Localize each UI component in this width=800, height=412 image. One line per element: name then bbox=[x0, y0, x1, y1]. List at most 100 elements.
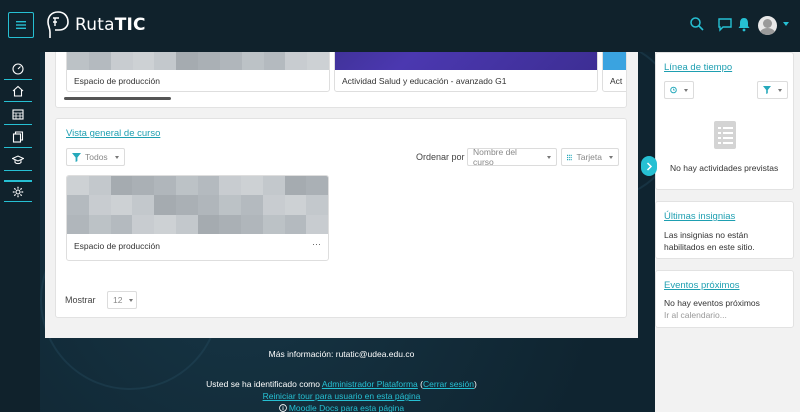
logo-text-part: Ruta bbox=[75, 15, 115, 35]
user-profile-link[interactable]: Administrador Plataforma bbox=[322, 379, 418, 389]
chevron-down-icon bbox=[778, 88, 782, 92]
course-name[interactable]: Espacio de producción bbox=[74, 76, 160, 86]
right-drawer: Línea de tiempo No hay actividades previ… bbox=[655, 0, 800, 412]
image-tile bbox=[219, 176, 241, 196]
sidebar-item-dashboard[interactable] bbox=[4, 58, 32, 80]
image-tile bbox=[241, 176, 263, 196]
badges-block: Últimas insignias Las insignias no están… bbox=[655, 201, 794, 259]
search-icon[interactable] bbox=[689, 16, 705, 32]
image-tile bbox=[67, 214, 89, 234]
sidebar-item-courses[interactable] bbox=[4, 149, 32, 171]
hamburger-icon bbox=[16, 21, 26, 29]
image-tile bbox=[110, 176, 133, 196]
filter-dropdown[interactable]: Todos bbox=[66, 148, 125, 166]
footer-login-info: Usted se ha identificado como Administra… bbox=[45, 379, 638, 389]
course-overview-block: Vista general de curso Todos Ordenar por… bbox=[55, 118, 627, 318]
chevron-down-icon bbox=[547, 155, 551, 159]
home-icon bbox=[12, 85, 24, 97]
calendar-link[interactable]: Ir al calendario... bbox=[664, 309, 727, 321]
logged-in-text: Usted se ha identificado como bbox=[206, 379, 322, 389]
graduation-cap-icon bbox=[12, 154, 24, 164]
image-tile bbox=[175, 214, 198, 234]
footer-docs: Moodle Docs para esta página bbox=[45, 403, 638, 412]
image-tile bbox=[241, 195, 263, 215]
user-menu-caret-icon[interactable] bbox=[783, 22, 789, 26]
sort-dropdown[interactable]: Nombre del curso bbox=[467, 147, 557, 167]
footer-contact: Más información: rutatic@udea.edu.co bbox=[268, 349, 415, 359]
image-tile bbox=[132, 214, 154, 234]
clock-icon bbox=[670, 86, 677, 94]
image-tile bbox=[132, 195, 154, 215]
sidebar-item-files[interactable] bbox=[4, 126, 32, 148]
image-tile bbox=[67, 176, 89, 196]
reset-tour-link[interactable]: Reiniciar tour para usuario en esta pági… bbox=[263, 391, 421, 401]
drawer-toggle-button[interactable] bbox=[641, 156, 657, 176]
image-tile bbox=[197, 176, 220, 196]
image-tile bbox=[88, 214, 111, 234]
timeline-empty-text: No hay actividades previstas bbox=[670, 163, 779, 173]
image-tile bbox=[110, 195, 133, 215]
grid-icon bbox=[567, 154, 573, 160]
image-tile bbox=[175, 195, 198, 215]
image-tile bbox=[284, 176, 307, 196]
drawer-menu-button[interactable] bbox=[8, 12, 34, 38]
horizontal-scrollbar[interactable] bbox=[64, 97, 171, 100]
paren-close: ) bbox=[474, 379, 477, 389]
user-avatar[interactable] bbox=[758, 16, 777, 35]
course-card[interactable]: Espacio de producción ··· bbox=[66, 175, 329, 261]
image-tile bbox=[306, 195, 328, 215]
image-tile bbox=[197, 195, 220, 215]
bell-icon[interactable] bbox=[736, 16, 752, 32]
page-size-value: 12 bbox=[113, 295, 123, 305]
image-tile bbox=[88, 195, 111, 215]
course-menu-button[interactable]: ··· bbox=[312, 239, 321, 249]
overview-title[interactable]: Vista general de curso bbox=[66, 128, 160, 139]
chevron-right-icon bbox=[646, 161, 652, 171]
chevron-down-icon bbox=[609, 155, 613, 159]
image-tile bbox=[284, 214, 307, 234]
view-dropdown[interactable]: Tarjeta bbox=[561, 148, 619, 166]
chevron-down-icon bbox=[129, 298, 134, 302]
empty-list-icon bbox=[714, 121, 736, 149]
calendar-icon bbox=[12, 108, 24, 120]
timeline-sort-filter[interactable] bbox=[757, 81, 788, 99]
timeline-title[interactable]: Línea de tiempo bbox=[664, 62, 732, 73]
image-tile bbox=[175, 176, 198, 196]
course-name[interactable]: Actividad Salud y educación - avanzado G… bbox=[342, 76, 506, 86]
course-name[interactable]: Act bbox=[610, 76, 622, 86]
filter-icon bbox=[763, 86, 771, 94]
sort-value: Nombre del curso bbox=[473, 147, 517, 167]
image-tile bbox=[306, 214, 328, 234]
chevron-down-icon bbox=[114, 155, 119, 159]
logo-text-bold: TIC bbox=[114, 15, 146, 35]
site-logo[interactable]: RutaTIC bbox=[45, 10, 146, 40]
page-size-dropdown[interactable]: 12 bbox=[107, 291, 137, 309]
sidebar-item-home[interactable] bbox=[4, 80, 32, 102]
logout-link[interactable]: Cerrar sesión bbox=[423, 379, 474, 389]
events-title[interactable]: Eventos próximos bbox=[664, 280, 740, 291]
image-tile bbox=[262, 195, 285, 215]
gear-icon bbox=[12, 186, 24, 197]
view-value: Tarjeta bbox=[576, 152, 602, 162]
image-tile bbox=[154, 176, 176, 196]
image-tile bbox=[262, 214, 285, 234]
badges-title[interactable]: Últimas insignias bbox=[664, 211, 735, 222]
image-tile bbox=[306, 176, 328, 196]
image-tile bbox=[219, 214, 241, 234]
moodle-docs-link[interactable]: Moodle Docs para esta página bbox=[289, 403, 404, 412]
timeline-date-filter[interactable] bbox=[664, 81, 694, 99]
image-tile bbox=[154, 214, 176, 234]
info-icon bbox=[279, 404, 287, 412]
sidebar-item-calendar[interactable] bbox=[4, 103, 32, 125]
image-tile bbox=[132, 176, 154, 196]
events-block: Eventos próximos No hay eventos próximos… bbox=[655, 270, 794, 328]
image-tile bbox=[262, 176, 285, 196]
chevron-down-icon bbox=[684, 88, 688, 92]
sidebar-item-admin[interactable] bbox=[4, 180, 32, 202]
image-tile bbox=[219, 195, 241, 215]
image-tile bbox=[67, 195, 89, 215]
timeline-block: Línea de tiempo No hay actividades previ… bbox=[655, 52, 794, 190]
show-label: Mostrar bbox=[65, 295, 96, 305]
chat-icon[interactable] bbox=[717, 16, 733, 32]
course-name[interactable]: Espacio de producción bbox=[74, 241, 160, 251]
